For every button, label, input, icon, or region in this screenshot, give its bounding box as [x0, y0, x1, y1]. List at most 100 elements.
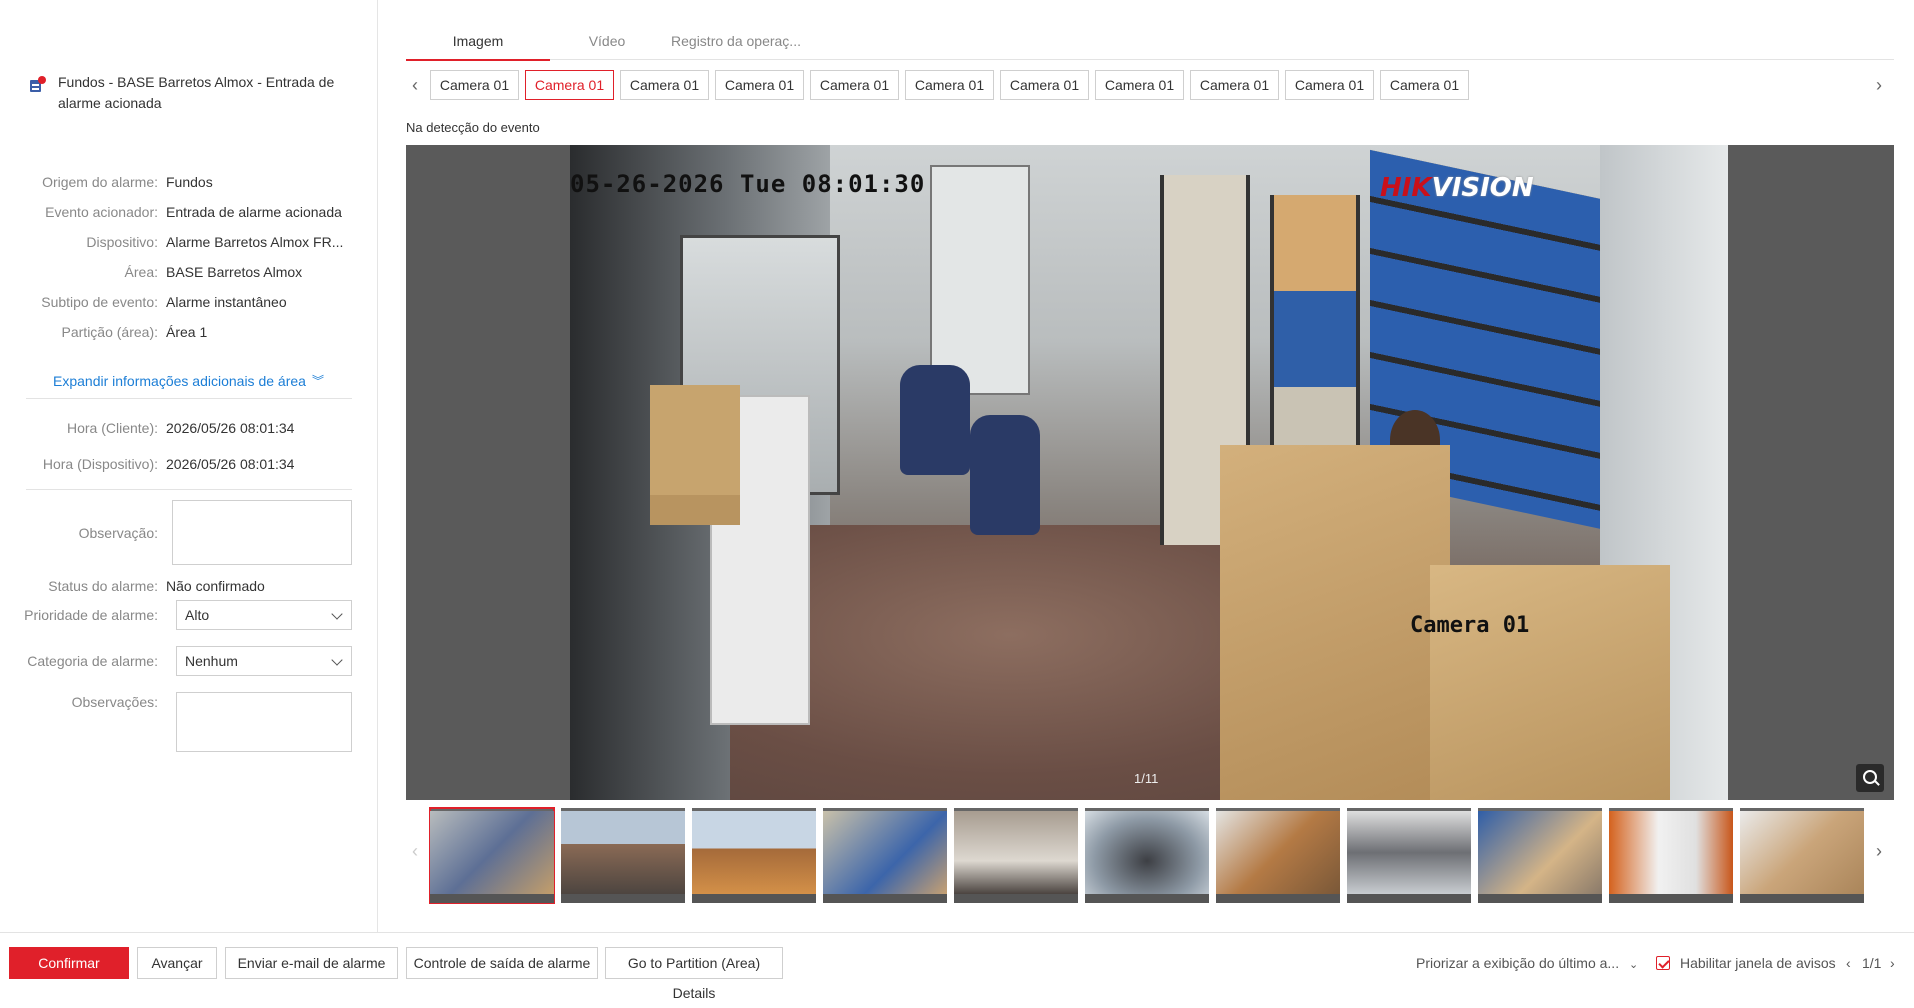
camera-button[interactable]: Camera 01 — [810, 70, 899, 100]
detail-value: Alarme Barretos Almox FR... — [166, 234, 344, 250]
remarks-textarea[interactable] — [176, 692, 352, 752]
detail-value: Fundos — [166, 174, 213, 190]
time-label: Hora (Cliente): — [66, 420, 158, 436]
alarm-output-button[interactable]: Controle de saída de alarme — [406, 947, 598, 979]
category-select[interactable]: Nenhum — [176, 646, 352, 676]
chevron-right-icon[interactable]: › — [1876, 70, 1882, 100]
divider — [26, 398, 352, 399]
pager-indicator: 1/1 — [1862, 955, 1882, 971]
divider — [26, 489, 352, 490]
alarm-input-icon — [28, 76, 46, 94]
camera-selector: ‹ Camera 01 Camera 01 Camera 01 Camera 0… — [406, 70, 1894, 102]
camera-button[interactable]: Camera 01 — [715, 70, 804, 100]
status-row: Status do alarme: Não confirmado — [0, 576, 378, 596]
remarks-label: Observações: — [71, 694, 158, 710]
chevron-left-icon[interactable]: ‹ — [1846, 955, 1851, 971]
alarm-header: Fundos - BASE Barretos Almox - Entrada d… — [28, 72, 348, 114]
chevron-right-icon[interactable]: › — [1876, 836, 1882, 866]
camera-button[interactable]: Camera 01 — [1000, 70, 1089, 100]
thumbnail[interactable] — [1216, 808, 1340, 903]
priority-select[interactable]: Alto — [176, 600, 352, 630]
observation-textarea[interactable] — [172, 500, 352, 565]
expand-area-info-link[interactable]: Expandir informações adicionais de área … — [53, 372, 324, 389]
detail-label: Dispositivo: — [86, 234, 158, 250]
send-email-button[interactable]: Enviar e-mail de alarme — [225, 947, 398, 979]
chevron-down-icon — [331, 654, 343, 666]
thumbnail[interactable] — [1478, 808, 1602, 903]
detail-label: Partição (área): — [61, 324, 158, 340]
detail-value: Área 1 — [166, 324, 208, 340]
camera-snapshot: 05-26-2026 Tue 08:01:30 HIKVISION Camera… — [570, 145, 1728, 800]
detail-row-area: Área: BASE Barretos Almox — [0, 262, 378, 282]
time-row-client: Hora (Cliente): 2026/05/26 08:01:34 — [0, 418, 378, 438]
next-button[interactable]: Avançar — [137, 947, 217, 979]
footer-toolbar: Confirmar Avançar Enviar e-mail de alarm… — [0, 932, 1914, 1001]
detail-row-device: Dispositivo: Alarme Barretos Almox FR... — [0, 232, 378, 252]
alarm-details-panel: Fundos - BASE Barretos Almox - Entrada d… — [0, 0, 378, 932]
camera-button[interactable]: Camera 01 — [1190, 70, 1279, 100]
time-label: Hora (Dispositivo): — [42, 456, 158, 472]
capture-caption: Na detecção do evento — [406, 120, 540, 135]
thumbnail-strip: ‹ › — [406, 807, 1894, 904]
camera-button[interactable]: Camera 01 — [1095, 70, 1184, 100]
thumbnail[interactable] — [954, 808, 1078, 903]
detail-value: Alarme instantâneo — [166, 294, 287, 310]
chevron-left-icon[interactable]: ‹ — [412, 836, 418, 866]
chevron-right-icon[interactable]: › — [1890, 955, 1895, 971]
thumbnail[interactable] — [1609, 808, 1733, 903]
osd-timestamp: 05-26-2026 Tue 08:01:30 — [570, 170, 926, 198]
detail-row-partition: Partição (área): Área 1 — [0, 322, 378, 342]
detail-label: Evento acionador: — [45, 204, 158, 220]
expand-area-info-label: Expandir informações adicionais de área — [53, 372, 306, 389]
brand-white: VISION — [1431, 173, 1534, 203]
confirm-button[interactable]: Confirmar — [9, 947, 129, 979]
time-row-device: Hora (Dispositivo): 2026/05/26 08:01:34 — [0, 454, 378, 474]
thumbnail[interactable] — [1740, 808, 1864, 903]
chevron-left-icon[interactable]: ‹ — [412, 70, 418, 100]
enable-popup-label: Habilitar janela de avisos — [1680, 955, 1836, 971]
category-label: Categoria de alarme: — [27, 653, 158, 669]
partition-details-button[interactable]: Go to Partition (Area) Details — [605, 947, 783, 1001]
detail-row-subtype: Subtipo de evento: Alarme instantâneo — [0, 292, 378, 312]
thumbnail[interactable] — [692, 808, 816, 903]
image-page-indicator: 1/11 — [1134, 771, 1159, 786]
detail-row-origin: Origem do alarme: Fundos — [0, 172, 378, 192]
osd-camera-name: Camera 01 — [1410, 613, 1530, 638]
tab-video[interactable]: Vídeo — [562, 28, 652, 60]
double-chevron-down-icon: ︾ — [311, 374, 324, 388]
priority-view-label: Priorizar a exibição do último a... — [1416, 955, 1620, 971]
camera-button[interactable]: Camera 01 — [525, 70, 614, 100]
thumbnail[interactable] — [1347, 808, 1471, 903]
priority-value: Alto — [185, 607, 210, 623]
priority-label: Prioridade de alarme: — [24, 607, 158, 623]
detail-label: Origem do alarme: — [42, 174, 158, 190]
thumbnail[interactable] — [1085, 808, 1209, 903]
detail-value: Entrada de alarme acionada — [166, 204, 342, 220]
detail-row-event: Evento acionador: Entrada de alarme acio… — [0, 202, 378, 222]
status-value: Não confirmado — [166, 578, 265, 594]
status-label: Status do alarme: — [48, 578, 158, 594]
thumbnail[interactable] — [429, 807, 555, 904]
chevron-down-icon — [331, 608, 343, 620]
tab-operation-log[interactable]: Registro da operaç... — [666, 28, 806, 60]
chevron-down-icon: ⌄ — [1628, 959, 1639, 971]
image-viewer[interactable]: 05-26-2026 Tue 08:01:30 HIKVISION Camera… — [406, 145, 1894, 800]
tab-image[interactable]: Imagem — [406, 28, 550, 61]
thumbnail[interactable] — [561, 808, 685, 903]
camera-button[interactable]: Camera 01 — [430, 70, 519, 100]
brand-watermark: HIKVISION — [1380, 173, 1534, 203]
detail-value: BASE Barretos Almox — [166, 264, 303, 280]
zoom-in-icon[interactable] — [1856, 764, 1884, 792]
enable-popup-checkbox[interactable] — [1656, 956, 1670, 970]
observation-label: Observação: — [78, 525, 158, 541]
camera-button[interactable]: Camera 01 — [1285, 70, 1374, 100]
detail-label: Área: — [124, 264, 158, 280]
thumbnail[interactable] — [823, 808, 947, 903]
category-value: Nenhum — [185, 653, 238, 669]
priority-view-dropdown[interactable]: Priorizar a exibição do último a... ⌄ — [1416, 955, 1638, 971]
alarm-title: Fundos - BASE Barretos Almox - Entrada d… — [58, 74, 335, 111]
camera-button[interactable]: Camera 01 — [1380, 70, 1469, 100]
camera-button[interactable]: Camera 01 — [905, 70, 994, 100]
detail-tabs: Imagem Vídeo Registro da operaç... — [406, 28, 1894, 61]
camera-button[interactable]: Camera 01 — [620, 70, 709, 100]
